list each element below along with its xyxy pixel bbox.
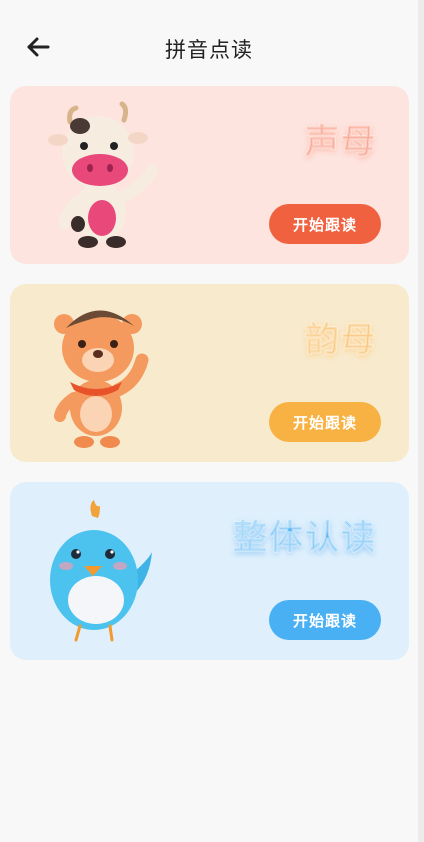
bear-mascot-icon (54, 310, 149, 448)
card-shengmu[interactable]: 声母 开始跟读 (10, 86, 409, 264)
card-heading: 整体认读 (233, 518, 377, 559)
start-reading-button[interactable]: 开始跟读 (269, 600, 381, 640)
cow-mascot-icon (48, 101, 158, 248)
card-heading: 声母 (305, 122, 377, 163)
scrollbar-track (418, 0, 424, 842)
start-reading-button[interactable]: 开始跟读 (269, 402, 381, 442)
start-reading-button[interactable]: 开始跟读 (269, 204, 381, 244)
top-bar: 拼音点读 (0, 0, 418, 80)
page-title: 拼音点读 (165, 38, 253, 62)
bird-mascot-icon (50, 500, 152, 642)
card-heading: 韵母 (305, 320, 377, 361)
card-yunmu[interactable]: 韵母 开始跟读 (10, 284, 409, 462)
card-zhengti-rendu[interactable]: 整体认读 开始跟读 (10, 482, 409, 660)
